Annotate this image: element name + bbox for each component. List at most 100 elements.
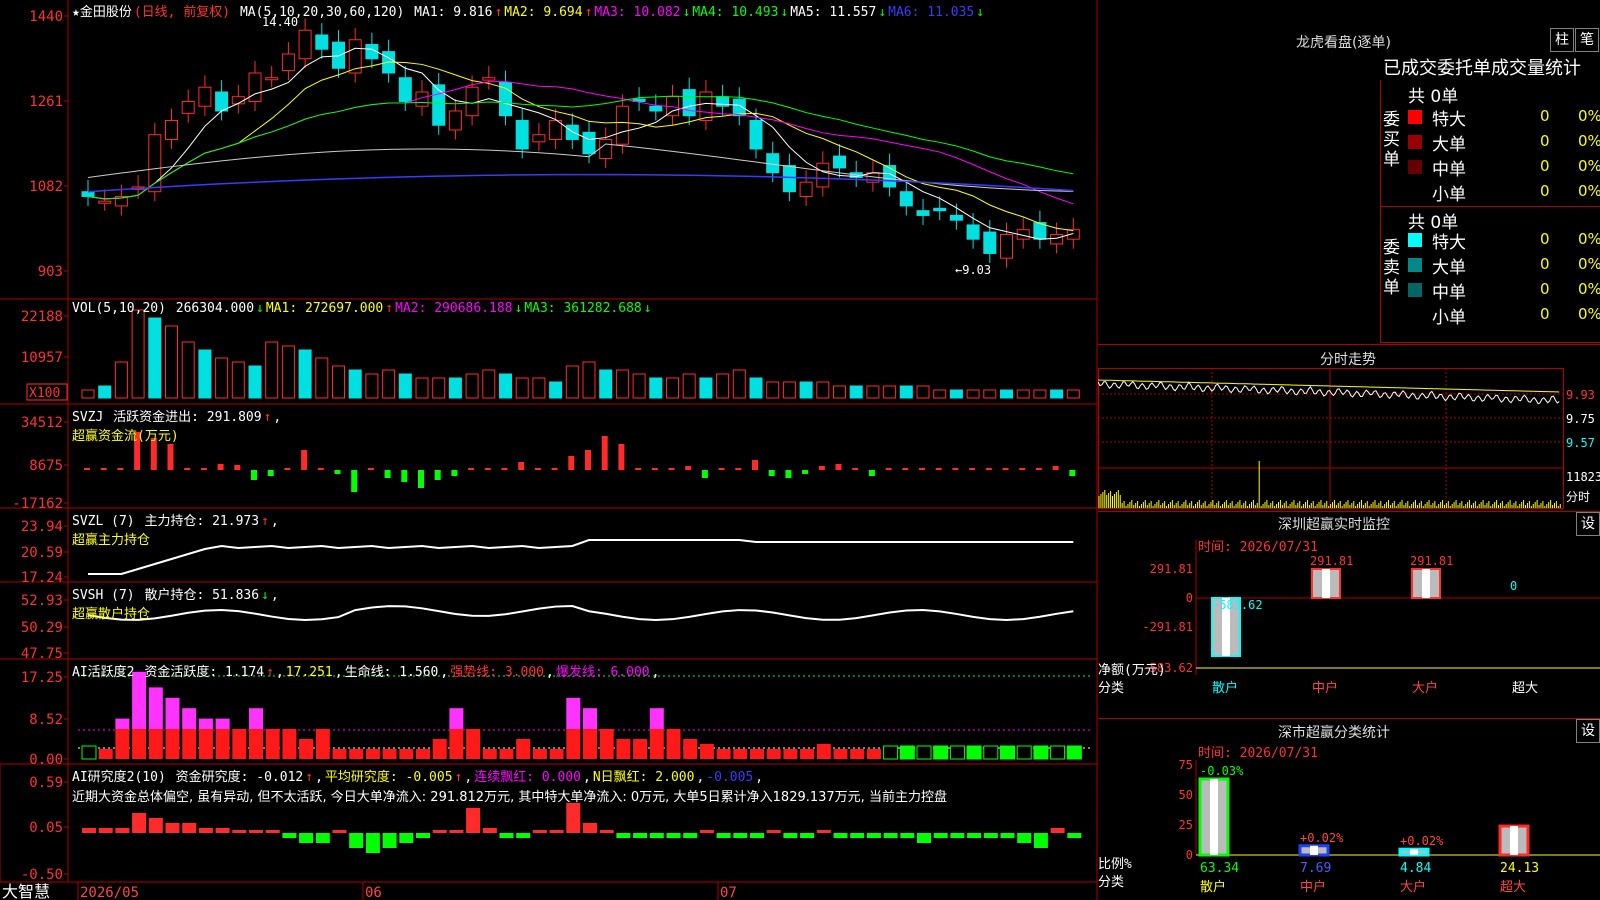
ai1-red-bar <box>365 749 380 759</box>
ai2-bar <box>416 833 430 838</box>
intraday-title: 分时走势 <box>1320 352 1376 368</box>
ai2-bar <box>449 830 464 833</box>
svzj-bar <box>334 470 341 474</box>
right-panel: 龙虎看盘(逐单) 柱 笔 已成交委托单成交量统计 委买单 共 0单 特大 0 0% 大… <box>1098 0 1600 900</box>
ai2-bar <box>950 833 965 838</box>
ai2-bar <box>633 833 648 838</box>
ai2-bar <box>349 833 364 848</box>
ai2-indicator-name: AI研究度2(10) <box>72 770 166 785</box>
ai1-magenta-bar <box>583 708 597 729</box>
price_panel.ma-arrow-4: ↓ <box>780 5 789 20</box>
sz-class-bar <box>1498 824 1530 857</box>
order-row: 小单 0 0% <box>1408 180 1600 205</box>
svzj-bar <box>234 465 241 470</box>
ai2-bar <box>499 833 514 838</box>
sz-monitor-settings[interactable]: 设 <box>1576 512 1600 536</box>
svzj-bar <box>585 450 591 470</box>
longhu-bar-button[interactable]: 柱 <box>1550 28 1574 52</box>
ai1-red-bar <box>716 749 731 759</box>
svsh-indicator-name: SVSH (7) <box>72 588 135 603</box>
ai2-bar <box>716 833 731 838</box>
svzj-arrow: ↑ <box>263 410 272 425</box>
ytick: 47.75 <box>21 646 63 662</box>
ai1-red-bar <box>833 749 848 759</box>
candle <box>949 214 963 221</box>
svzj-bar <box>1069 470 1076 476</box>
ai2-bar <box>850 833 865 838</box>
order-pct: 0% <box>1578 255 1600 273</box>
vol-values: 266304.000 ↓ MA1: 272697.000 ↑ MA2: 290686.1… <box>176 301 654 316</box>
vol-bar <box>849 385 863 399</box>
sz-class-delta: -0.03% <box>1200 764 1244 778</box>
ai1-magenta-bar <box>566 697 581 729</box>
vol-bar <box>499 373 512 399</box>
order-size-label: 小单 <box>1432 308 1466 328</box>
ai1-red-bar <box>583 729 597 759</box>
order-row: 小单 0 0% <box>1408 303 1600 328</box>
svzj-header: SVZJ 活跃资金进出: 291.809 ↑, 超赢资金流(万元) <box>72 410 282 444</box>
svzj-bar <box>1052 466 1059 470</box>
order-pct: 0% <box>1578 132 1600 150</box>
ai2-bar <box>566 803 581 833</box>
ai2-header: AI研究度2(10) 资金研究度: -0.012 ↑, 平均研究度: -0.005 ↑… <box>72 770 764 785</box>
svsh-arrow: ↓ <box>261 588 269 603</box>
vol-bar <box>883 385 897 399</box>
svzj-bar <box>952 468 959 470</box>
ai-research-bars <box>82 803 1082 853</box>
svzj-bar <box>902 468 909 470</box>
ai1-magenta-bar <box>182 708 197 729</box>
vol-bar <box>599 369 613 399</box>
svzj-bar <box>184 468 191 470</box>
candle <box>98 200 112 204</box>
vol-bar <box>1050 389 1064 399</box>
ai2-bar <box>883 833 898 838</box>
ai2-bar <box>532 830 547 833</box>
ai1-green-bar <box>966 745 982 760</box>
ai1-red-bar <box>566 729 581 759</box>
ai2-bar <box>232 830 247 833</box>
ai2-bar <box>98 828 113 833</box>
sz-monitor-ytick: 291.81 <box>1150 562 1193 576</box>
y-axis-ticks: 1440 1261 1082 903 22188 10957 34512 8675 -17162… <box>12 9 68 883</box>
ai1-red-bar <box>516 739 531 759</box>
ai1-label3: 生命线: 1.560 <box>344 665 439 680</box>
vol-bar <box>382 369 396 399</box>
sz-monitor-value: 291.81 <box>1410 554 1453 568</box>
svzj-bar <box>1019 468 1026 470</box>
vol-bar <box>114 361 128 399</box>
intraday-chart[interactable]: 9.93 9.75 9.57 11823 分时 <box>1098 368 1600 532</box>
sz-class-settings[interactable]: 设 <box>1576 719 1600 743</box>
ai1-red-bar <box>733 749 748 759</box>
svzl-value: 主力持仓: 21.973 <box>144 514 260 529</box>
svzj-bar <box>167 444 174 470</box>
low-price-label: ←9.03 <box>955 263 991 277</box>
ai2-bar <box>198 828 213 833</box>
ai1-red-bar <box>282 729 297 759</box>
ai1-label5: 爆发线: 6.000 <box>555 665 650 680</box>
svzj-bar <box>217 464 224 470</box>
vol-bar <box>682 373 696 399</box>
candle <box>448 110 462 131</box>
sell-side-label: 委卖单 <box>1383 238 1400 298</box>
longhu-tick-button[interactable]: 笔 <box>1575 28 1599 52</box>
order-value: 0 <box>1540 255 1550 273</box>
ai2-bar <box>900 833 915 838</box>
svzj-bar <box>351 470 358 492</box>
svzj-bar <box>818 466 825 470</box>
candle <box>298 29 312 60</box>
ai2-bar <box>115 828 130 833</box>
ai1-red-bar <box>750 749 764 759</box>
sz-class-bar <box>1298 844 1330 857</box>
ai1-magenta-bar <box>249 708 263 729</box>
ai2-bar <box>148 818 163 833</box>
svzj-bar <box>601 436 608 470</box>
svzj-bar <box>301 450 308 470</box>
vol-bar <box>582 361 596 399</box>
vol-bar <box>766 381 780 399</box>
ma10-line <box>87 61 1074 232</box>
candle <box>281 53 295 72</box>
order-pct: 0% <box>1578 280 1600 298</box>
vol-bar <box>1000 389 1013 399</box>
order-size-label: 大单 <box>1432 135 1466 155</box>
svzj-bar <box>735 468 742 470</box>
